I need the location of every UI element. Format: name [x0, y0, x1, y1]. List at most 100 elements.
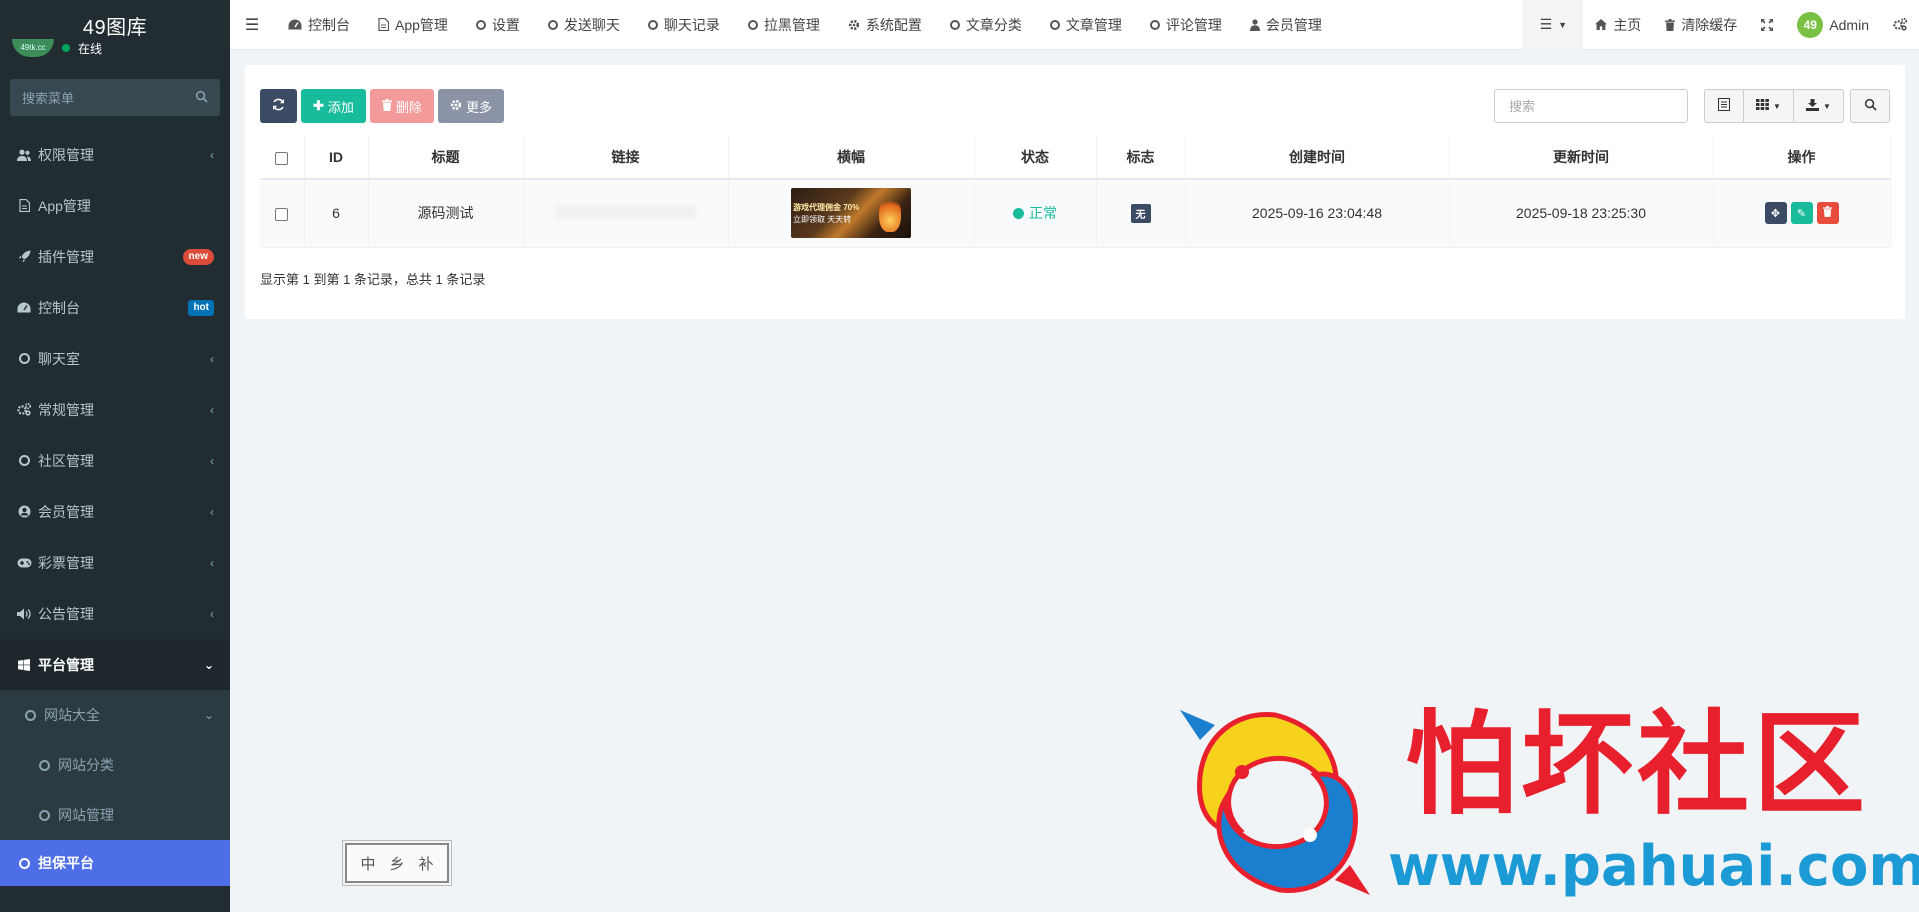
export-dropdown[interactable]: ▼: [1794, 89, 1844, 123]
sidebar-item-label: 平台管理: [38, 656, 94, 673]
tab-settings[interactable]: 设置: [462, 0, 534, 50]
chevron-left-icon: ‹: [210, 606, 214, 621]
table-row[interactable]: 6 源码测试 游戏代理佣金 70% 立即领取 天天转 正常 无 2025-09-…: [260, 179, 1891, 248]
table-toolbar-right: ▼ ▼: [1494, 89, 1890, 123]
drag-sort-button[interactable]: ✥: [1764, 202, 1787, 225]
row-checkbox[interactable]: [275, 208, 289, 222]
circle-icon: [547, 19, 558, 30]
search-icon[interactable]: [195, 90, 208, 106]
user-avatar: 49tk.cc: [12, 39, 54, 57]
top-nav-right: ☰ ▼ 主页 清除缓存 49 Admin: [1523, 0, 1919, 50]
tab-system-config[interactable]: 系统配置: [834, 0, 936, 50]
tab-chat-log[interactable]: 聊天记录: [634, 0, 734, 50]
sidebar-item-label: 网站分类: [58, 757, 114, 773]
online-status-icon: [62, 44, 70, 52]
tab-label: 拉黑管理: [763, 16, 820, 33]
settings-button[interactable]: [1881, 0, 1919, 50]
toggle-view-button[interactable]: [1704, 89, 1744, 123]
user-panel: 49tk.cc 在线: [12, 38, 212, 58]
admin-name: Admin: [1829, 16, 1869, 33]
sidebar-item-community[interactable]: 社区管理 ‹: [0, 435, 230, 486]
columns-dropdown[interactable]: ▼: [1744, 89, 1794, 123]
column-header[interactable]: 链接: [523, 136, 729, 180]
delete-button[interactable]: 删除: [369, 89, 434, 123]
sidebar-item-chatroom[interactable]: 聊天室 ‹: [0, 333, 230, 384]
column-header[interactable]: 状态: [974, 136, 1097, 180]
sidebar-subitem-site-manage[interactable]: 网站管理: [0, 790, 230, 840]
cell-flag: 无: [1096, 179, 1186, 248]
link-value[interactable]: [555, 204, 696, 219]
clear-cache-button[interactable]: 清除缓存: [1653, 0, 1749, 50]
tab-blacklist[interactable]: 拉黑管理: [734, 0, 834, 50]
file-icon: [16, 199, 32, 212]
sidebar-item-notice[interactable]: 公告管理 ‹: [0, 588, 230, 639]
column-header[interactable]: 创建时间: [1185, 136, 1450, 180]
add-label: 添加: [327, 99, 354, 115]
gamepad-icon: [16, 558, 32, 568]
sidebar-item-auth[interactable]: 权限管理 ‹: [0, 129, 230, 180]
select-all-cell[interactable]: [260, 136, 305, 180]
watermark-url: www.pahuai.com: [1388, 834, 1919, 899]
sidebar-item-platform[interactable]: 平台管理 ⌄: [0, 639, 230, 690]
sidebar-subitem-site-category[interactable]: 网站分类: [0, 740, 230, 790]
cell-link: [523, 179, 729, 248]
caret-down-icon: ▼: [1773, 101, 1781, 111]
sidebar-item-dashboard[interactable]: 控制台 hot: [0, 282, 230, 333]
sidebar-item-label: 公告管理: [38, 605, 94, 622]
select-all-checkbox[interactable]: [275, 151, 289, 165]
sidebar-item-members[interactable]: 会员管理 ‹: [0, 486, 230, 537]
cell-actions: ✥ ✎: [1713, 179, 1891, 248]
tab-comment-manage[interactable]: 评论管理: [1136, 0, 1236, 50]
sidebar-item-lottery[interactable]: 彩票管理 ‹: [0, 537, 230, 588]
sidebar-item-app[interactable]: App管理: [0, 180, 230, 231]
gear-icon: [848, 19, 860, 31]
circle-icon: [16, 455, 32, 466]
column-header[interactable]: ID: [304, 136, 369, 180]
table-search-input[interactable]: [1507, 97, 1675, 115]
column-header[interactable]: 标题: [368, 136, 524, 180]
add-button[interactable]: ✚ 添加: [301, 89, 366, 123]
fullscreen-button[interactable]: [1749, 0, 1785, 50]
status-dot-icon: [1013, 207, 1024, 219]
tab-member-manage[interactable]: 会员管理: [1236, 0, 1336, 50]
sidebar-item-guarantee[interactable]: 担保平台: [0, 840, 230, 886]
tab-send-chat[interactable]: 发送聊天: [534, 0, 634, 50]
more-button[interactable]: 更多: [437, 89, 504, 123]
chevron-left-icon: ‹: [210, 147, 214, 162]
sidebar-search[interactable]: 搜索菜单: [10, 79, 220, 116]
column-header[interactable]: 标志: [1096, 136, 1186, 180]
platform-submenu: 网站大全 ⌄ 网站分类 网站管理: [0, 690, 230, 840]
row-select-cell[interactable]: [260, 179, 305, 248]
tab-dashboard[interactable]: 控制台: [274, 0, 364, 50]
sidebar-subitem-sites[interactable]: 网站大全 ⌄: [0, 690, 230, 740]
table-search[interactable]: [1494, 89, 1688, 123]
column-header[interactable]: 更新时间: [1449, 136, 1714, 180]
refresh-button[interactable]: [260, 89, 297, 123]
site-watermark: 怕坏社区 www.pahuai.com: [1160, 700, 1919, 905]
sidebar: 49图库 49tk.cc 在线 搜索菜单 权限管理 ‹ App管理 插件管理 n…: [0, 0, 230, 912]
refresh-icon: [272, 98, 285, 114]
more-label: 更多: [465, 99, 492, 115]
sidebar-item-plugins[interactable]: 插件管理 new: [0, 231, 230, 282]
circle-icon: [647, 19, 658, 30]
admin-user-menu[interactable]: 49 Admin: [1785, 0, 1881, 50]
menu-list-dropdown[interactable]: ☰ ▼: [1523, 0, 1584, 50]
table-header-row: ID 标题 链接 横幅 状态 标志 创建时间 更新时间 操作: [260, 136, 1891, 180]
admin-avatar: 49: [1797, 11, 1824, 38]
row-delete-button[interactable]: [1816, 202, 1839, 225]
banner-thumbnail[interactable]: 游戏代理佣金 70% 立即领取 天天转: [791, 188, 911, 239]
pagination-info: 显示第 1 到第 1 条记录，总共 1 条记录: [260, 272, 486, 287]
tab-app[interactable]: App管理: [364, 0, 462, 50]
cogs-icon: [1893, 18, 1907, 31]
banner-text-2: 立即领取 天天转: [793, 215, 852, 225]
advanced-search-button[interactable]: [1850, 89, 1890, 123]
home-link[interactable]: 主页: [1583, 0, 1653, 50]
sidebar-search-input[interactable]: 搜索菜单: [22, 88, 195, 107]
tab-article-manage[interactable]: 文章管理: [1036, 0, 1136, 50]
sidebar-item-general[interactable]: 常规管理 ‹: [0, 384, 230, 435]
column-header[interactable]: 横幅: [728, 136, 975, 180]
sidebar-toggle-icon[interactable]: ☰: [230, 15, 274, 35]
tab-article-category[interactable]: 文章分类: [936, 0, 1036, 50]
edit-button[interactable]: ✎: [1790, 202, 1813, 225]
sidebar-item-label: 网站大全: [44, 707, 100, 723]
